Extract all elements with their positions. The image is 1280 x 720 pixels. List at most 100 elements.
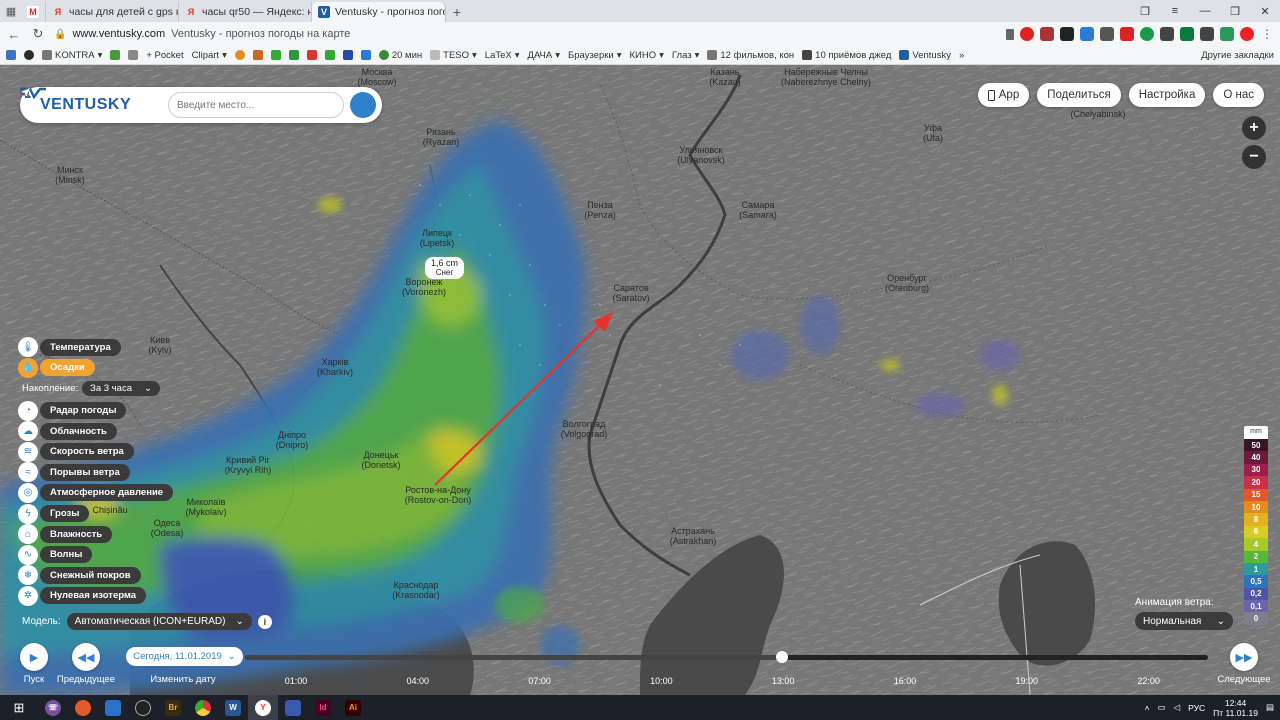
other-bookmarks[interactable]: Другие закладки: [1201, 50, 1274, 61]
notifications-icon[interactable]: ▤: [1266, 702, 1274, 713]
volume-icon[interactable]: ◁: [1174, 702, 1181, 713]
play-button[interactable]: ▶: [20, 643, 48, 671]
bookmark-glaz[interactable]: Глаз ▾: [672, 50, 699, 61]
next-button[interactable]: ▶▶: [1230, 643, 1258, 671]
windows-start-icon[interactable]: ⊞: [0, 695, 38, 720]
search-input[interactable]: [177, 99, 307, 111]
share-button[interactable]: Поделиться: [1037, 83, 1121, 107]
bookmark-20min[interactable]: 20 мин: [378, 50, 422, 61]
timeline-track[interactable]: [245, 655, 1208, 660]
locate-button[interactable]: [21, 88, 376, 118]
more-icon[interactable]: ⋮: [1260, 27, 1274, 41]
new-tab-button[interactable]: +: [446, 2, 468, 22]
adblock-icon[interactable]: [1020, 27, 1034, 41]
url-field[interactable]: 🔒 www.ventusky.com Ventusky - прогноз по…: [54, 28, 998, 40]
bookmark-icon[interactable]: [234, 50, 245, 60]
bookmark-browsers[interactable]: Браузерки ▾: [568, 50, 622, 61]
taskbar-app[interactable]: ☏: [38, 695, 68, 720]
layer-pressure[interactable]: ◎ Атмосферное давление: [18, 482, 174, 503]
extension-icon[interactable]: [1080, 27, 1094, 41]
previous-button[interactable]: ◀◀: [72, 643, 100, 671]
bookmark-icon[interactable]: [360, 50, 371, 60]
bookmark-10-tricks[interactable]: 10 приёмов джед: [802, 50, 891, 61]
taskbar-app[interactable]: Br: [158, 695, 188, 720]
extension-icon[interactable]: [1060, 27, 1074, 41]
language-indicator[interactable]: РУС: [1188, 703, 1205, 713]
tab-yandex-1[interactable]: Я часы для детей с gps нави: [46, 2, 179, 22]
tab-grid-icon[interactable]: ▦: [0, 0, 22, 22]
search-box[interactable]: [20, 87, 344, 118]
bookmark-pocket[interactable]: + Pocket: [146, 50, 183, 61]
extension-icon[interactable]: [1200, 27, 1214, 41]
reload-icon[interactable]: ↻: [30, 26, 46, 42]
minimize-icon[interactable]: —: [1190, 0, 1220, 22]
taskbar-app[interactable]: [128, 695, 158, 720]
date-picker[interactable]: Сегодня, 11.01.2019 ⌄: [126, 647, 243, 666]
layer-waves[interactable]: ∿ Волны: [18, 544, 173, 565]
bookmark-latex[interactable]: LaTeX ▾: [485, 50, 520, 61]
bookmark-bar-icon[interactable]: ❐: [1130, 0, 1160, 22]
layer-thunderstorms[interactable]: ϟ Грозы: [18, 503, 173, 524]
opera-icon[interactable]: [1240, 27, 1254, 41]
extension-icon[interactable]: [1180, 27, 1194, 41]
ventusky-logo[interactable]: VENTUSKY: [20, 87, 168, 114]
apps-icon[interactable]: [6, 50, 16, 60]
layer-radar[interactable]: ◔ Радар погоды: [18, 400, 173, 421]
layer-freezing-level[interactable]: ✲ Нулевая изотерма: [18, 585, 173, 606]
taskbar-app[interactable]: Ai: [338, 695, 368, 720]
up-arrow-icon[interactable]: ˄: [1145, 703, 1150, 713]
extension-icon[interactable]: [1040, 27, 1054, 41]
more-bookmarks-icon[interactable]: »: [959, 50, 964, 61]
app-button[interactable]: App: [977, 83, 1030, 107]
bookmark-icon[interactable]: [24, 50, 34, 60]
taskbar-app[interactable]: [278, 695, 308, 720]
layer-temperature[interactable]: 🌡 Температура: [18, 337, 173, 357]
bookmark-star-icon[interactable]: [1006, 28, 1014, 40]
taskbar-app[interactable]: [68, 695, 98, 720]
bookmark-icon[interactable]: [270, 50, 281, 60]
layer-wind-speed[interactable]: ≋ Скорость ветра: [18, 441, 173, 462]
bookmark-icon[interactable]: [110, 50, 121, 60]
bookmark-icon[interactable]: [342, 50, 353, 60]
tab-yandex-2[interactable]: Я часы qr50 — Яндекс: наш: [179, 2, 312, 22]
layer-wind-gusts[interactable]: ≈ Порывы ветра: [18, 462, 173, 483]
wind-animation-select[interactable]: Нормальная ⌄: [1135, 612, 1233, 630]
extension-icon[interactable]: [1160, 27, 1174, 41]
settings-button[interactable]: Настройка: [1128, 83, 1206, 107]
bookmark-clipart[interactable]: Clipart ▾: [192, 50, 227, 61]
extension-icon[interactable]: [1220, 27, 1234, 41]
back-icon[interactable]: ←: [6, 26, 22, 42]
bookmark-icon[interactable]: [252, 50, 263, 60]
tab-gmail[interactable]: M: [22, 2, 46, 22]
close-icon[interactable]: ✕: [1250, 0, 1280, 22]
zoom-in-button[interactable]: +: [1242, 116, 1266, 140]
bookmark-icon[interactable]: [288, 50, 299, 60]
layer-precipitation[interactable]: 💧 Осадки: [18, 357, 173, 378]
taskbar-app[interactable]: W: [218, 695, 248, 720]
taskbar-app[interactable]: Y: [248, 695, 278, 720]
clock[interactable]: 12:44 Пт 11.01.19: [1213, 698, 1258, 718]
bookmark-kino[interactable]: КИНО ▾: [630, 50, 664, 61]
taskbar-app[interactable]: Id: [308, 695, 338, 720]
tab-ventusky[interactable]: V Ventusky - прогноз пого ✕: [312, 2, 446, 22]
extension-icon[interactable]: [1140, 27, 1154, 41]
zoom-out-button[interactable]: −: [1242, 145, 1266, 169]
restore-icon[interactable]: ❐: [1220, 0, 1250, 22]
weather-map[interactable]: Москва (Moscow) Рязань (Ryazan) Липецк (Lip…: [0, 65, 1280, 695]
bookmark-icon[interactable]: [324, 50, 335, 60]
about-button[interactable]: О нас: [1213, 83, 1264, 107]
layer-humidity[interactable]: ⌂ Влажность: [18, 524, 173, 545]
bookmark-icon[interactable]: [306, 50, 317, 60]
bookmark-dacha[interactable]: ДАЧА ▾: [528, 50, 560, 61]
bookmark-ventusky[interactable]: Ventusky: [899, 50, 951, 61]
extension-icon[interactable]: [1120, 27, 1134, 41]
info-icon[interactable]: i: [257, 614, 272, 629]
extension-icon[interactable]: [1100, 27, 1114, 41]
change-date-label[interactable]: Изменить дату: [150, 674, 215, 685]
menu-icon[interactable]: ≡: [1160, 0, 1190, 22]
layer-snow-cover[interactable]: ❄ Снежный покров: [18, 565, 173, 586]
taskbar-app[interactable]: [98, 695, 128, 720]
accumulation-select[interactable]: За 3 часа ⌄: [82, 380, 160, 396]
taskbar-app[interactable]: [188, 695, 218, 720]
network-icon[interactable]: ▭: [1158, 702, 1166, 713]
